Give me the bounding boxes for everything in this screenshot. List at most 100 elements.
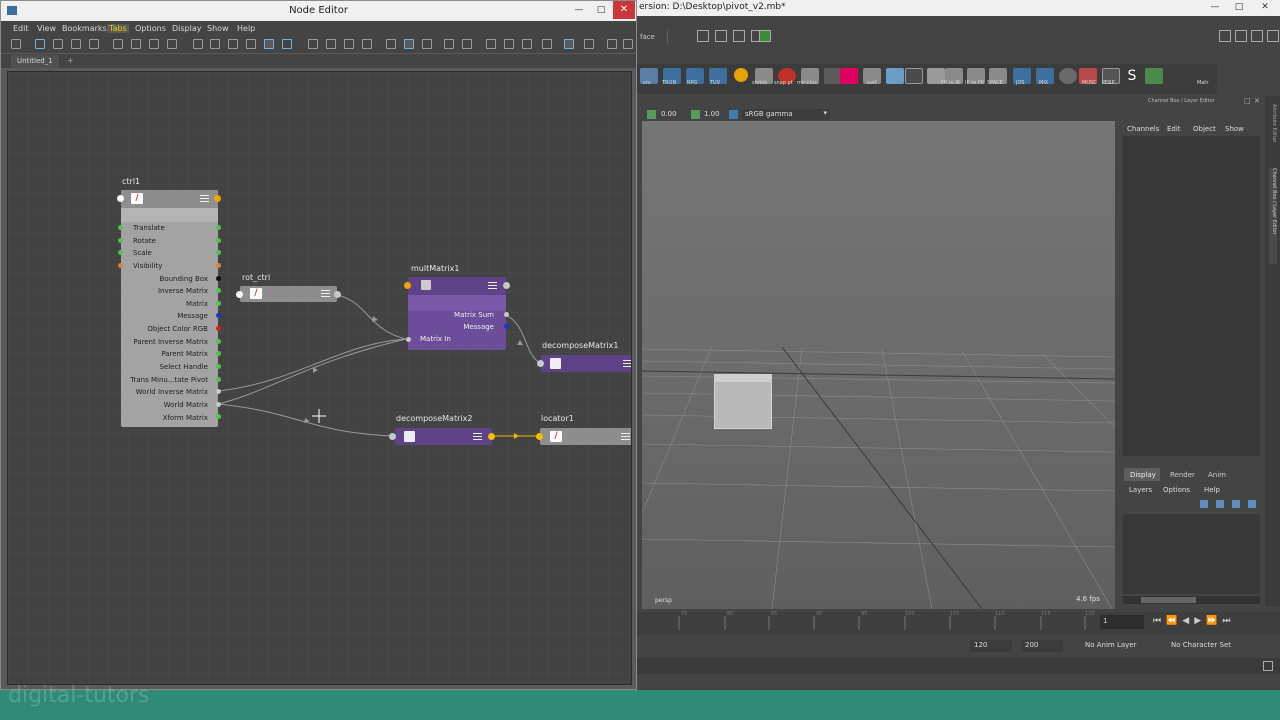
range-max-field[interactable]: 200	[1021, 640, 1063, 652]
channel-box-menu-object[interactable]: Object	[1193, 125, 1216, 133]
port-select-handle[interactable]	[216, 364, 221, 369]
port-ctrl1-output[interactable]	[214, 195, 221, 202]
snap-live-icon[interactable]	[759, 30, 771, 42]
time-slider[interactable]: 75 80 85 90 95 100 105 110 115 120 1 ⏮⏪◀…	[637, 611, 1280, 634]
expand-icon[interactable]	[344, 39, 354, 49]
pin-icon[interactable]	[444, 39, 454, 49]
gamma-value[interactable]: 1.00	[704, 110, 720, 118]
port-trans-minus-rotate-pivot[interactable]	[216, 377, 221, 382]
node-locator1[interactable]: ∕	[540, 428, 631, 445]
shelf-button-s[interactable]: S	[1123, 68, 1141, 84]
color-management-icon[interactable]	[729, 110, 738, 119]
layout-icon[interactable]	[167, 39, 177, 49]
attr-parent-matrix[interactable]: Parent Matrix	[161, 350, 208, 358]
node-rot-ctrl[interactable]: ∕	[240, 286, 337, 302]
node-menu-icon[interactable]	[473, 433, 482, 440]
shelf-button-dp[interactable]	[840, 68, 858, 84]
align-vertical-icon[interactable]	[504, 39, 514, 49]
graph-layout-icon[interactable]	[564, 39, 574, 49]
tab-anim[interactable]: Anim	[1208, 471, 1226, 479]
port-bounding-box[interactable]	[216, 276, 221, 281]
menu-bookmarks[interactable]: Bookmarks	[62, 24, 107, 33]
attr-parent-inverse-matrix[interactable]: Parent Inverse Matrix	[133, 338, 208, 346]
port-decompose1-input[interactable]	[537, 360, 544, 367]
tab-display[interactable]: Display	[1124, 468, 1160, 481]
attr-select-handle[interactable]: Select Handle	[159, 363, 208, 371]
channel-box-menu-channels[interactable]: Channels	[1127, 125, 1159, 133]
filter-icon[interactable]	[282, 39, 292, 49]
graph-icon[interactable]	[11, 39, 21, 49]
port-world-matrix[interactable]	[216, 402, 221, 407]
search-icon[interactable]	[264, 39, 274, 49]
node-menu-icon[interactable]	[623, 360, 631, 367]
layer-icon[interactable]	[1216, 500, 1224, 508]
remove-selected-icon[interactable]	[131, 39, 141, 49]
port-decompose2-input[interactable]	[389, 433, 396, 440]
snap-icon[interactable]	[697, 30, 709, 42]
attr-scale[interactable]: Scale	[133, 249, 152, 257]
snap-curve-icon[interactable]	[715, 30, 727, 42]
port-message[interactable]	[504, 324, 509, 329]
full-mode-icon[interactable]	[228, 39, 238, 49]
port-world-inverse-matrix[interactable]	[216, 389, 221, 394]
port-translate-in[interactable]	[118, 225, 123, 230]
port-object-color-rgb[interactable]	[216, 326, 221, 331]
node-multmatrix1[interactable]: Matrix Sum Message Matrix In	[408, 277, 506, 350]
command-line[interactable]	[637, 658, 1280, 674]
port-ctrl1-input[interactable]	[117, 195, 124, 202]
selection-mode-field[interactable]: face	[640, 33, 655, 41]
layer-icon[interactable]	[1200, 500, 1208, 508]
align-left-icon[interactable]	[522, 39, 532, 49]
node-graph-canvas[interactable]: ctrl1 ∕ Translate Rotate Scale Visibilit…	[7, 71, 632, 685]
shelf-button-gear[interactable]	[1059, 68, 1077, 84]
snap-point-icon[interactable]	[733, 30, 745, 42]
channel-box-menu-show[interactable]: Show	[1225, 125, 1244, 133]
layer-menu-layers[interactable]: Layers	[1129, 486, 1152, 494]
grid-toggle-icon[interactable]	[404, 39, 414, 49]
attr-xform-matrix[interactable]: Xform Matrix	[163, 414, 208, 422]
port-multmatrix-input[interactable]	[404, 282, 411, 289]
attr-world-inverse-matrix[interactable]: World Inverse Matrix	[136, 388, 208, 396]
close-panel-icon[interactable]: ✕	[1254, 97, 1260, 105]
port-scale-out[interactable]	[216, 250, 221, 255]
port-matrix-sum[interactable]	[504, 312, 509, 317]
float-panel-icon[interactable]: □	[1244, 97, 1251, 105]
settings-icon[interactable]	[607, 39, 617, 49]
menu-display[interactable]: Display	[172, 24, 202, 33]
add-selected-icon[interactable]	[149, 39, 159, 49]
attr-message[interactable]: Message	[177, 312, 208, 320]
node-menu-icon[interactable]	[621, 433, 630, 440]
align-horizontal-icon[interactable]	[486, 39, 496, 49]
scrollbar-thumb[interactable]	[1141, 597, 1196, 603]
attr-inverse-matrix[interactable]: Inverse Matrix	[158, 287, 208, 295]
panel-layout-icon[interactable]	[1219, 30, 1231, 42]
channel-box-list[interactable]	[1123, 136, 1260, 456]
anim-layer-dropdown[interactable]: No Anim Layer	[1085, 641, 1136, 649]
current-frame-field[interactable]: 1	[1100, 615, 1144, 629]
port-translate-out[interactable]	[216, 225, 221, 230]
tab-render[interactable]: Render	[1170, 471, 1195, 479]
port-parent-matrix[interactable]	[216, 351, 221, 356]
shelf-button-matr[interactable]	[1145, 68, 1163, 84]
gamma-icon[interactable]	[691, 110, 700, 119]
reload-icon[interactable]	[584, 39, 594, 49]
color-space-dropdown[interactable]: sRGB gamma ▾	[742, 109, 830, 120]
close-button[interactable]: ✕	[1255, 1, 1275, 14]
attribute-editor-toggle-icon[interactable]	[1235, 30, 1247, 42]
range-end-field[interactable]: 120	[970, 640, 1012, 652]
port-locator1-input[interactable]	[536, 433, 543, 440]
attr-translate[interactable]: Translate	[133, 224, 165, 232]
connected-mode-icon[interactable]	[210, 39, 220, 49]
port-matrix[interactable]	[216, 301, 221, 306]
port-inverse-matrix[interactable]	[216, 288, 221, 293]
distribute-icon[interactable]	[462, 39, 472, 49]
shelf-button-line[interactable]	[905, 68, 923, 84]
attr-trans-minus-rotate-pivot[interactable]: Trans Minu...tate Pivot	[130, 376, 208, 384]
custom-mode-icon[interactable]	[246, 39, 256, 49]
menu-view[interactable]: View	[37, 24, 56, 33]
port-rotate-in[interactable]	[118, 238, 123, 243]
viewport-persp[interactable]: persp 4.6 fps	[642, 121, 1115, 609]
layer-list[interactable]	[1123, 514, 1260, 594]
layer-icon[interactable]	[1232, 500, 1240, 508]
port-rot-ctrl-output[interactable]	[334, 291, 341, 298]
